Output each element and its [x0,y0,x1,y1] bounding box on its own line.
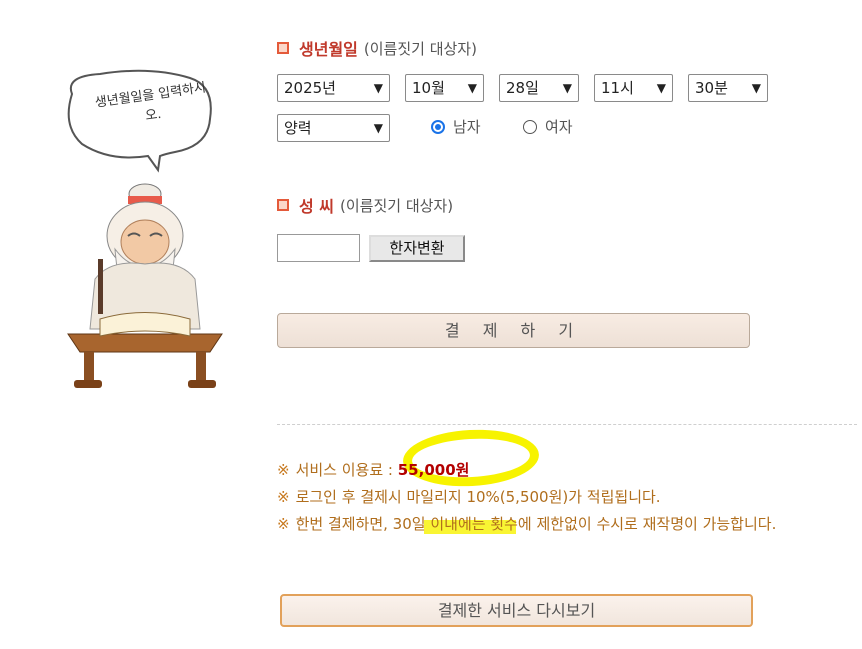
hanja-convert-button[interactable]: 한자변환 [369,235,465,262]
surname-input[interactable] [277,234,360,262]
chevron-down-icon: ▼ [373,121,383,135]
unlimited-text: 한번 결제하면, 30일 이내에는 횟수에 제한없이 수시로 재작명이 가능합니… [295,515,777,533]
reference-mark-icon: ※ [277,461,290,479]
reference-mark-icon: ※ [277,515,290,533]
gender-female-option[interactable]: 여자 [523,116,573,137]
dashed-divider [277,424,857,425]
fee-value: 55,000원 [397,461,470,479]
radio-icon[interactable] [523,119,537,134]
calendar-type-value: 양력 [284,119,312,137]
day-select[interactable]: 28일 ▼ [499,74,579,102]
radio-selected-icon[interactable] [431,119,445,134]
chevron-down-icon: ▼ [373,81,383,95]
chevron-down-icon: ▼ [656,81,666,95]
gender-male-option[interactable]: 남자 [431,116,481,137]
gender-male-label: 남자 [453,118,481,136]
hour-select-value: 11시 [601,79,634,97]
unlimited-note: ※ 한번 결제하면, 30일 이내에는 횟수에 제한없이 수시로 재작명이 가능합… [277,511,852,538]
square-bullet-icon [277,199,289,211]
birth-section-title: 생년월일 [299,40,358,59]
month-select-value: 10월 [412,79,445,97]
chevron-down-icon: ▼ [467,81,477,95]
surname-section-title: 성 씨 [299,197,335,216]
review-paid-service-button[interactable]: 결제한 서비스 다시보기 [280,594,753,627]
square-bullet-icon [277,42,289,54]
minute-select[interactable]: 30분 ▼ [688,74,768,102]
service-notes: ※ 서비스 이용료 : 55,000원 ※ 로그인 후 결제시 마일리지 10%(5… [277,457,852,538]
chevron-down-icon: ▼ [751,81,761,95]
birth-section-heading: 생년월일 (이름짓기 대상자) [277,36,477,60]
birth-section-subtitle: (이름짓기 대상자) [363,39,477,58]
minute-select-value: 30분 [695,79,728,97]
mileage-note: ※ 로그인 후 결제시 마일리지 10%(5,500원)가 적립됩니다. [277,484,852,511]
day-select-value: 28일 [506,79,539,97]
reference-mark-icon: ※ [277,488,290,506]
chevron-down-icon: ▼ [562,81,572,95]
hour-select[interactable]: 11시 ▼ [594,74,673,102]
surname-section-heading: 성 씨 (이름짓기 대상자) [277,193,453,217]
calendar-type-select[interactable]: 양력 ▼ [277,114,390,142]
fee-label: 서비스 이용료 : [295,461,393,479]
surname-section-subtitle: (이름짓기 대상자) [340,196,454,215]
fee-note: ※ 서비스 이용료 : 55,000원 [277,457,852,484]
month-select[interactable]: 10월 ▼ [405,74,484,102]
gender-female-label: 여자 [545,118,573,136]
pay-button[interactable]: 결 제 하 기 [277,313,750,348]
mileage-text: 로그인 후 결제시 마일리지 10%(5,500원)가 적립됩니다. [295,488,661,506]
year-select[interactable]: 2025년 ▼ [277,74,390,102]
year-select-value: 2025년 [284,79,336,97]
